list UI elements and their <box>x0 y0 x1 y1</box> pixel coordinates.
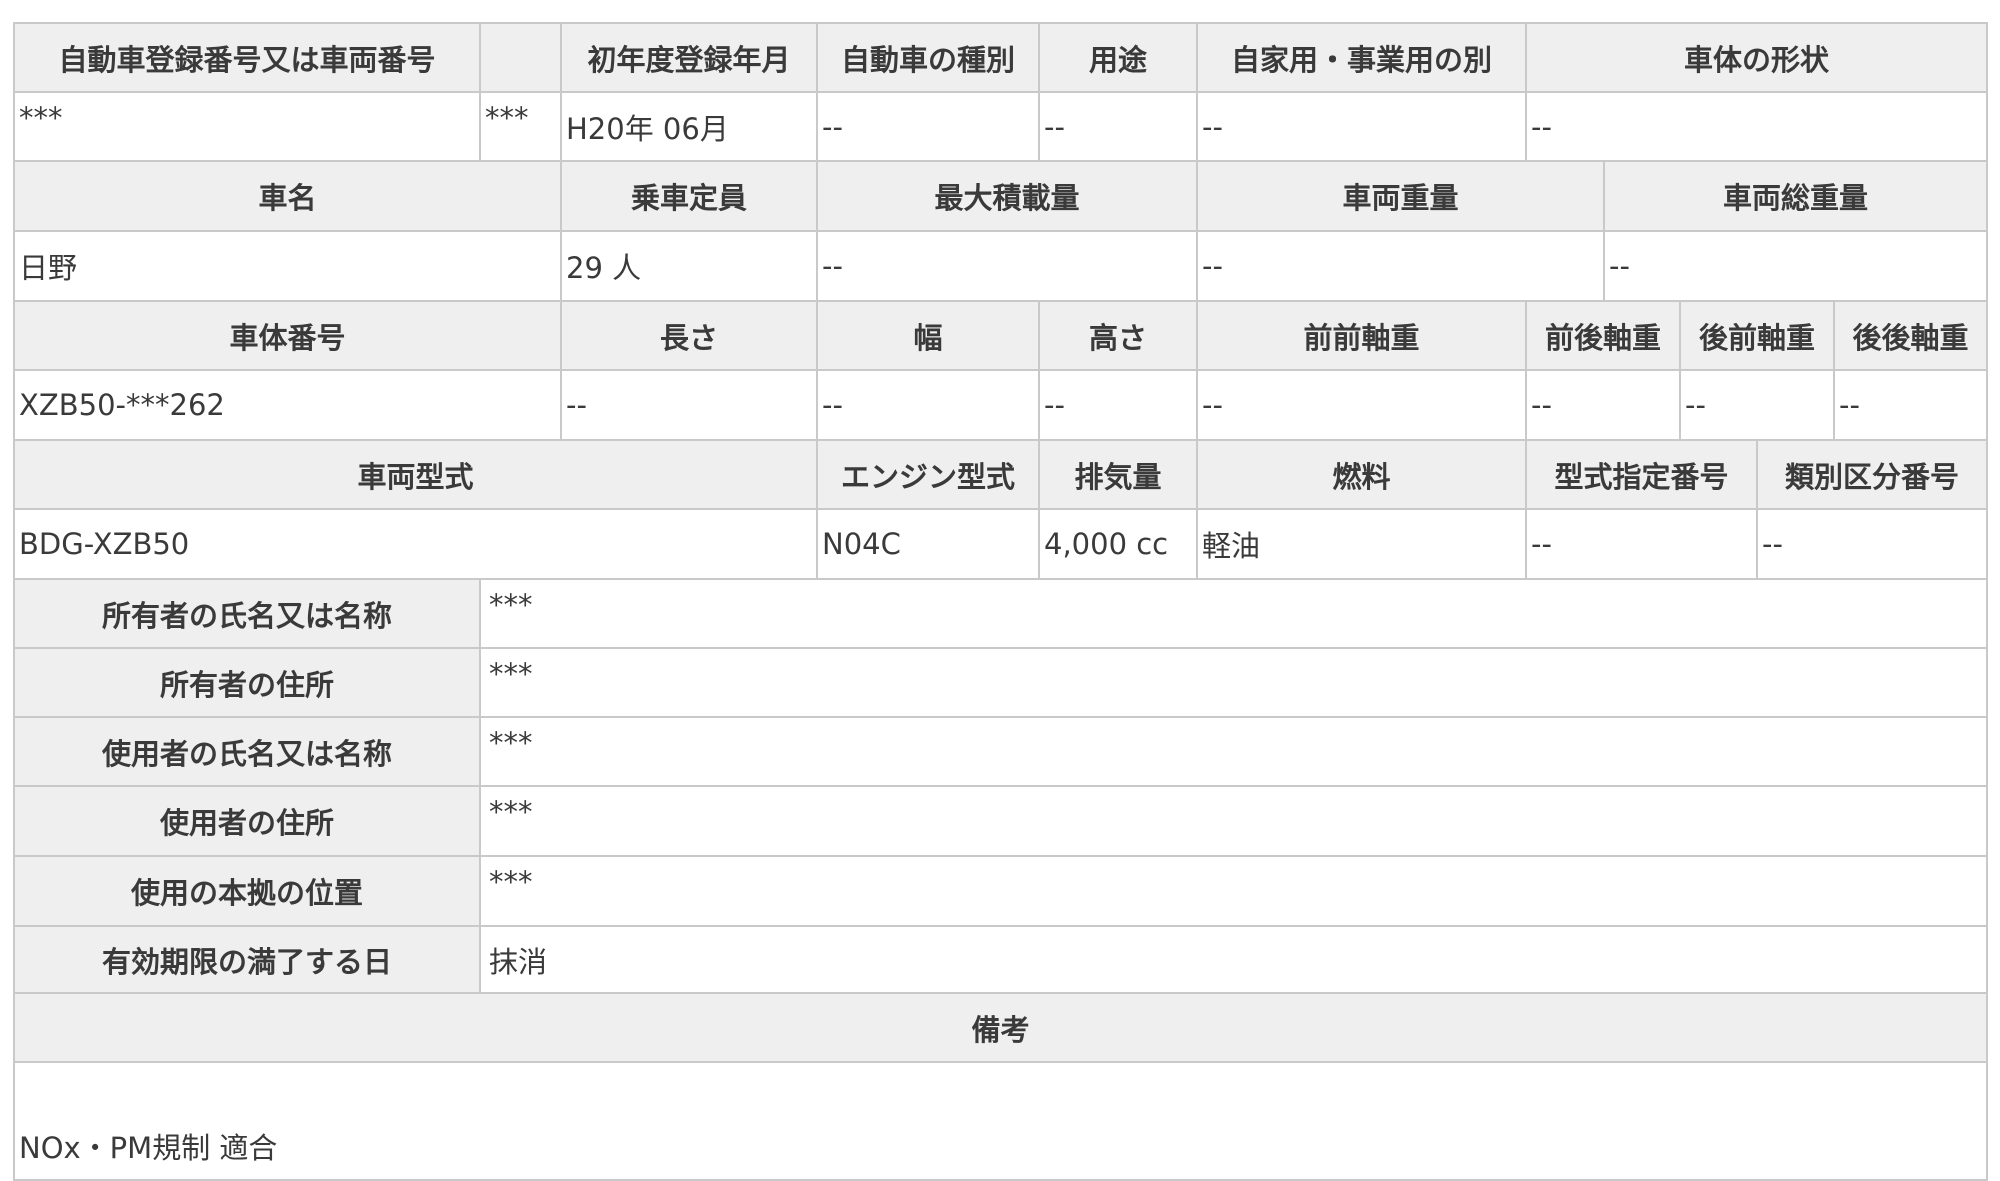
header-chassis-number: 車体番号 <box>13 300 562 371</box>
label-user-name: 使用者の氏名又は名称 <box>13 716 481 787</box>
header-max-load: 最大積載量 <box>816 160 1198 232</box>
header-fuel: 燃料 <box>1196 439 1527 510</box>
value-owner-name: *** <box>479 578 1988 649</box>
header-private-business: 自家用・事業用の別 <box>1196 22 1527 93</box>
header-displacement: 排気量 <box>1038 439 1198 510</box>
label-base-location: 使用の本拠の位置 <box>13 855 481 927</box>
label-owner-address: 所有者の住所 <box>13 647 481 718</box>
value-expiration-date: 抹消 <box>479 925 1988 994</box>
value-displacement: 4,000 cc <box>1038 508 1198 580</box>
header-usage: 用途 <box>1038 22 1198 93</box>
value-width: -- <box>816 369 1040 441</box>
value-front-rear-axle: -- <box>1525 369 1681 441</box>
header-vehicle-weight: 車両重量 <box>1196 160 1605 232</box>
value-category-number: -- <box>1756 508 1988 580</box>
value-fuel: 軽油 <box>1196 508 1527 580</box>
header-registration-sub <box>479 22 562 93</box>
value-engine-model: N04C <box>816 508 1040 580</box>
header-front-rear-axle: 前後軸重 <box>1525 300 1681 371</box>
header-length: 長さ <box>560 300 818 371</box>
header-registration-number: 自動車登録番号又は車両番号 <box>13 22 481 93</box>
header-rear-rear-axle: 後後軸重 <box>1833 300 1988 371</box>
value-usage: -- <box>1038 91 1198 162</box>
header-remarks: 備考 <box>13 992 1988 1063</box>
value-max-load: -- <box>816 230 1198 302</box>
label-owner-name: 所有者の氏名又は名称 <box>13 578 481 649</box>
value-height: -- <box>1038 369 1198 441</box>
header-rear-front-axle: 後前軸重 <box>1679 300 1835 371</box>
header-gross-weight: 車両総重量 <box>1603 160 1988 232</box>
value-length: -- <box>560 369 818 441</box>
label-expiration-date: 有効期限の満了する日 <box>13 925 481 994</box>
header-front-front-axle: 前前軸重 <box>1196 300 1527 371</box>
header-width: 幅 <box>816 300 1040 371</box>
header-capacity: 乗車定員 <box>560 160 818 232</box>
value-registration-sub: *** <box>479 91 562 162</box>
value-user-address: *** <box>479 785 1988 857</box>
header-body-shape: 車体の形状 <box>1525 22 1988 93</box>
value-capacity: 29 人 <box>560 230 818 302</box>
value-front-front-axle: -- <box>1196 369 1527 441</box>
label-user-address: 使用者の住所 <box>13 785 481 857</box>
header-type-designation: 型式指定番号 <box>1525 439 1758 510</box>
value-body-shape: -- <box>1525 91 1988 162</box>
value-user-name: *** <box>479 716 1988 787</box>
header-engine-model: エンジン型式 <box>816 439 1040 510</box>
value-rear-rear-axle: -- <box>1833 369 1988 441</box>
value-type-designation: -- <box>1525 508 1758 580</box>
value-vehicle-model: BDG-XZB50 <box>13 508 818 580</box>
value-private-business: -- <box>1196 91 1527 162</box>
value-chassis-number: XZB50-***262 <box>13 369 562 441</box>
header-category-number: 類別区分番号 <box>1756 439 1988 510</box>
value-base-location: *** <box>479 855 1988 927</box>
value-owner-address: *** <box>479 647 1988 718</box>
value-rear-front-axle: -- <box>1679 369 1835 441</box>
value-first-registration: H20年 06月 <box>560 91 818 162</box>
header-first-registration: 初年度登録年月 <box>560 22 818 93</box>
value-remarks: NOx・PM規制 適合 <box>13 1061 1988 1181</box>
header-vehicle-kind: 自動車の種別 <box>816 22 1040 93</box>
value-car-name: 日野 <box>13 230 562 302</box>
value-vehicle-weight: -- <box>1196 230 1605 302</box>
header-car-name: 車名 <box>13 160 562 232</box>
header-height: 高さ <box>1038 300 1198 371</box>
value-vehicle-kind: -- <box>816 91 1040 162</box>
header-vehicle-model: 車両型式 <box>13 439 818 510</box>
value-gross-weight: -- <box>1603 230 1988 302</box>
value-registration-number: *** <box>13 91 481 162</box>
